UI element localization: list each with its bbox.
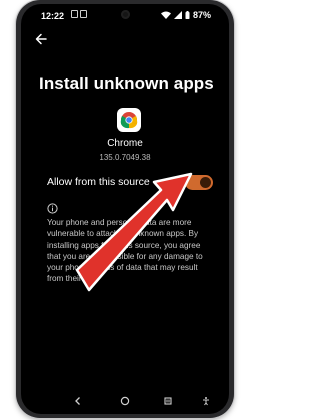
recents-icon[interactable]: [161, 396, 175, 410]
notification-icons: [71, 10, 87, 18]
notification-icon: [71, 10, 78, 18]
page-title: Install unknown apps: [39, 74, 214, 93]
front-camera: [121, 10, 130, 19]
info-icon: [47, 201, 58, 214]
notification-icon: [80, 10, 87, 18]
signal-icon: [173, 11, 182, 19]
allow-from-source-label: Allow from this source: [47, 176, 150, 188]
status-right-icons: 87%: [160, 10, 211, 20]
allow-from-source-row[interactable]: Allow from this source: [21, 168, 229, 196]
back-icon[interactable]: [71, 396, 85, 410]
accessibility-icon[interactable]: [199, 396, 213, 410]
battery-icon: [185, 11, 190, 19]
home-icon[interactable]: [118, 396, 132, 410]
system-nav-bar: [21, 392, 229, 414]
wifi-icon: [160, 11, 171, 19]
app-version: 135.0.7049.38: [99, 153, 151, 162]
screenshot-stage: 12:22 87% Install unknown apps Chrome 13…: [0, 0, 250, 420]
chrome-icon: [117, 108, 141, 132]
battery-percent: 87%: [192, 10, 211, 20]
status-time: 12:22: [41, 11, 65, 21]
app-name: Chrome: [107, 138, 143, 149]
back-arrow-icon[interactable]: [35, 32, 51, 48]
phone-screen: 12:22 87% Install unknown apps Chrome 13…: [21, 4, 229, 414]
allow-from-source-toggle[interactable]: [185, 175, 213, 190]
phone-frame: 12:22 87% Install unknown apps Chrome 13…: [16, 0, 234, 418]
toggle-knob: [200, 177, 211, 188]
warning-text: Your phone and personal data are more vu…: [47, 218, 203, 284]
status-bar: 12:22 87%: [21, 4, 229, 28]
